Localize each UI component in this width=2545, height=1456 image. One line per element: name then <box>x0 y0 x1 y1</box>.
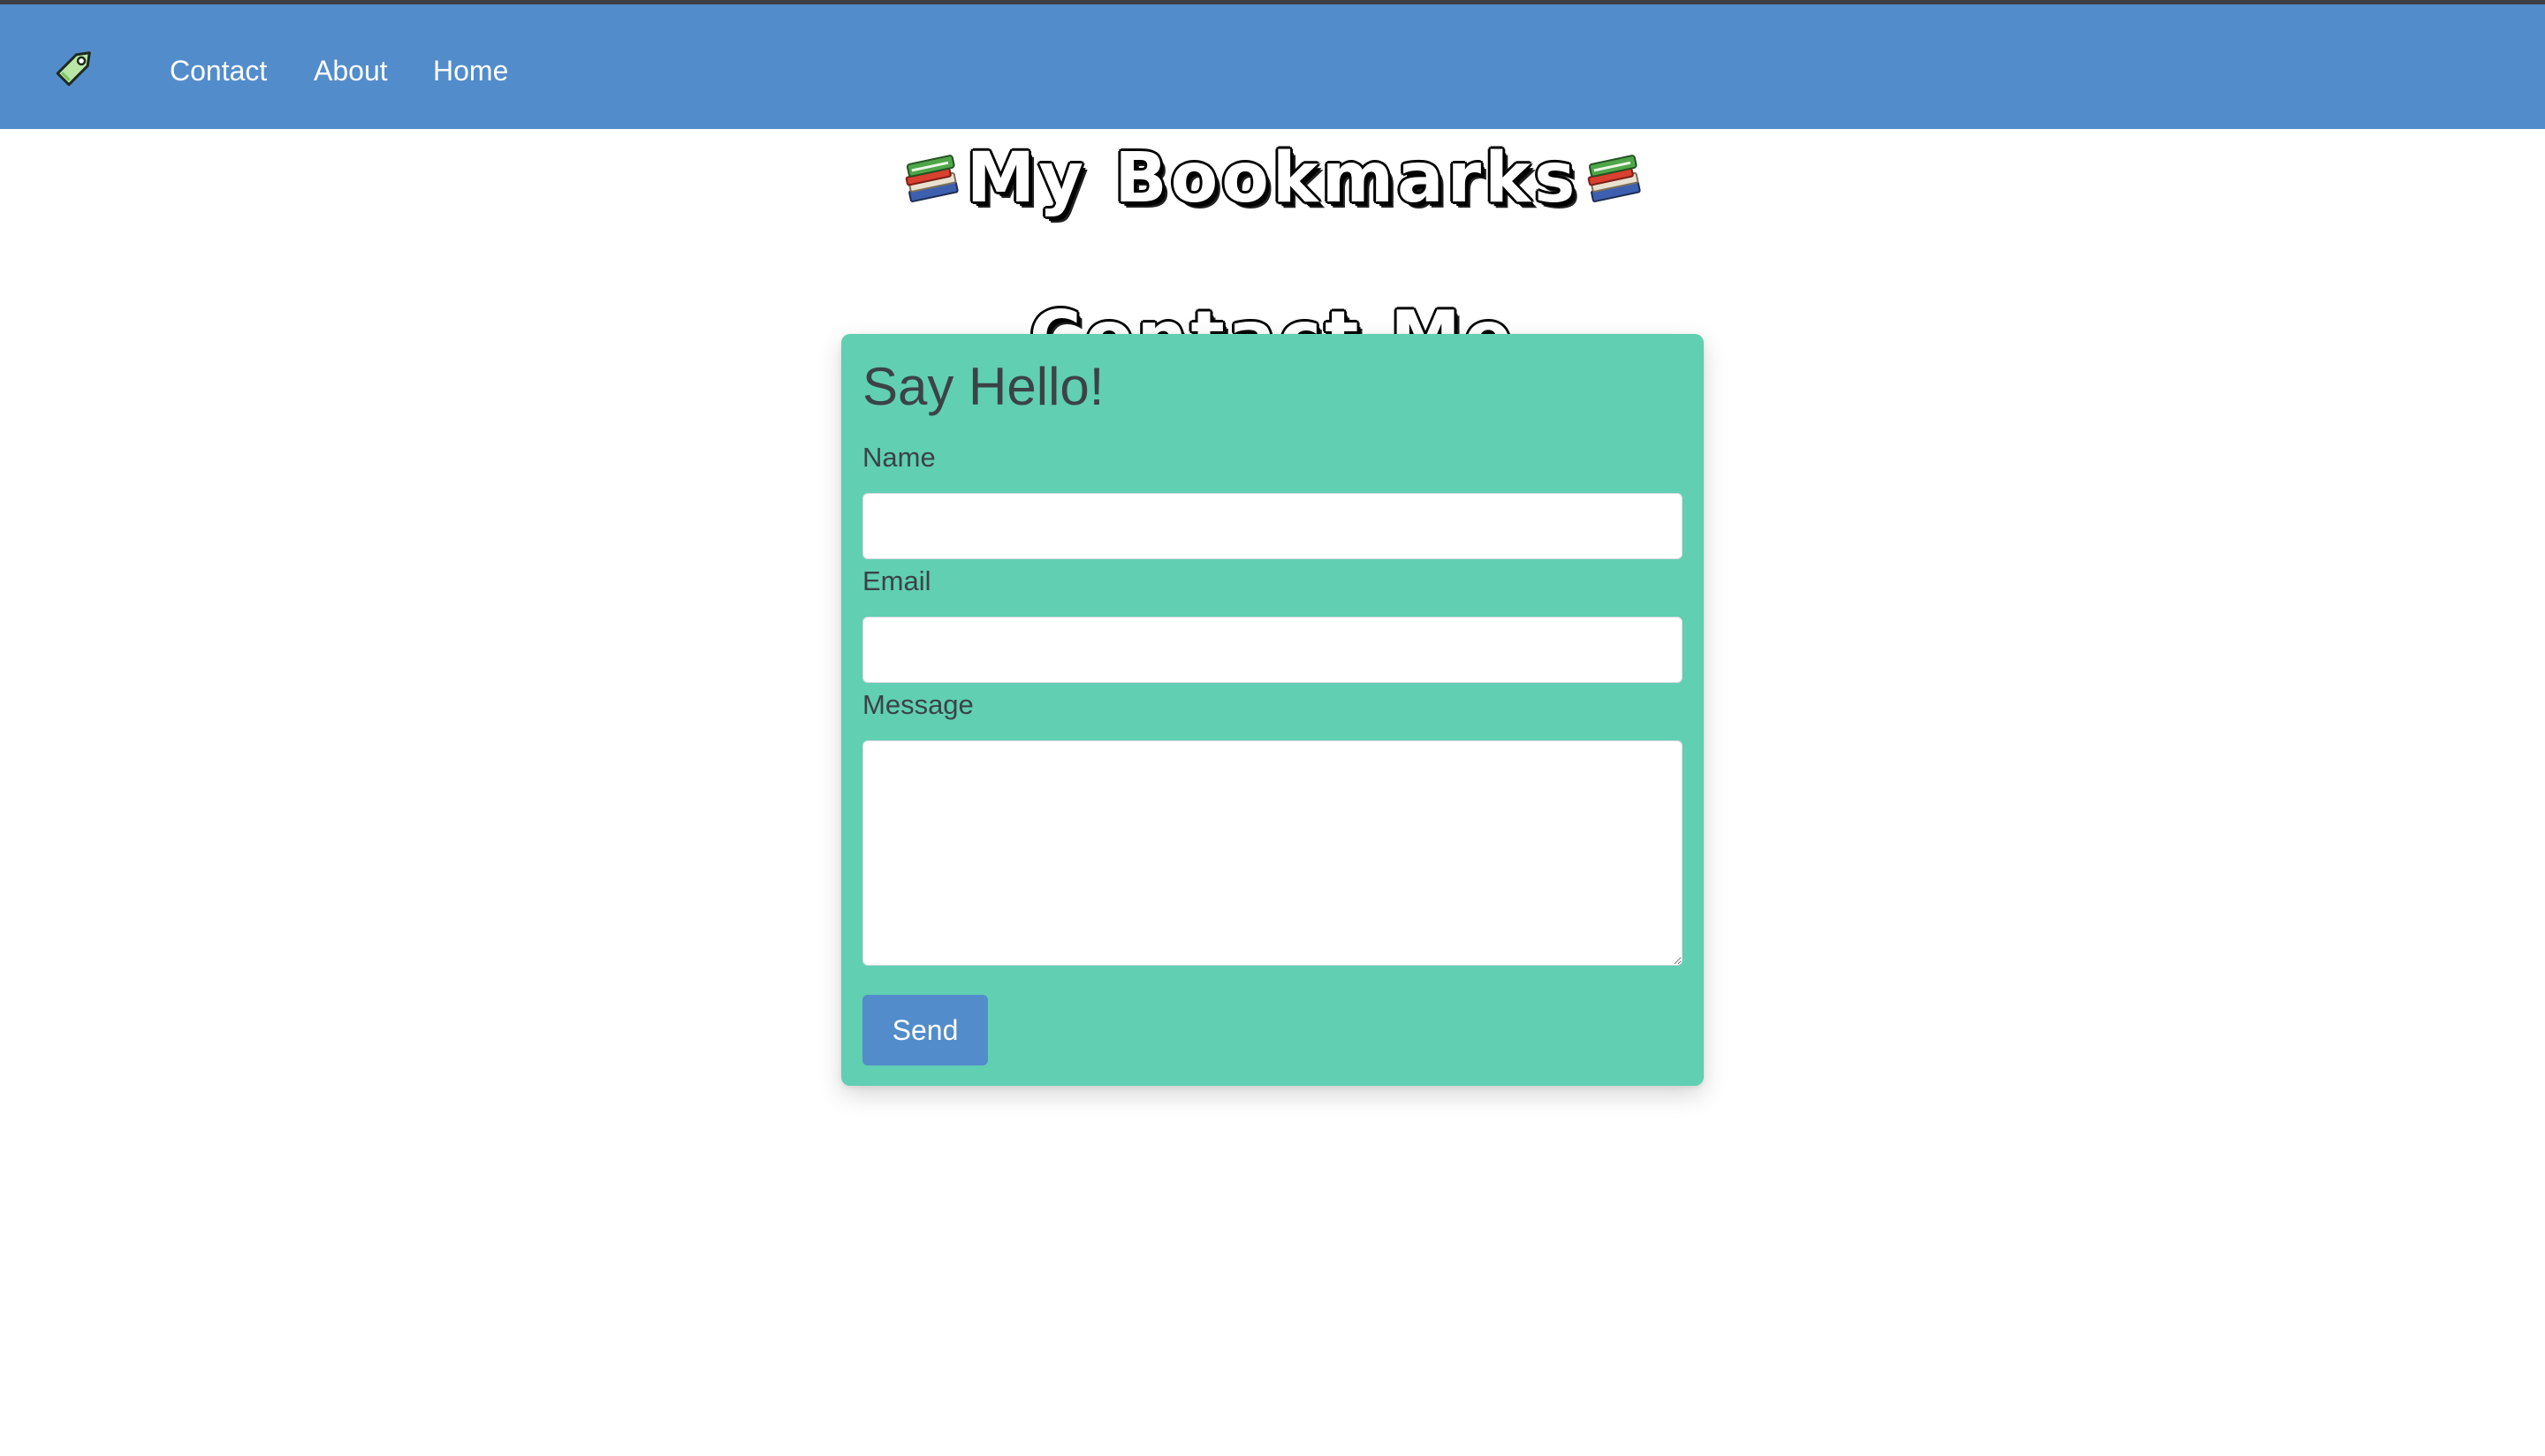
nav-link-about[interactable]: About <box>314 53 388 88</box>
nav-link-contact[interactable]: Contact <box>170 53 267 88</box>
name-label: Name <box>862 442 936 473</box>
tag-icon[interactable] <box>51 43 99 91</box>
navbar: Contact About Home <box>0 4 2545 129</box>
form-heading: Say Hello! <box>862 357 1105 416</box>
site-title: My Bookmarks <box>0 134 2545 223</box>
site-title-text: My Bookmarks <box>966 139 1579 218</box>
books-icon <box>905 154 959 202</box>
email-label: Email <box>862 565 931 596</box>
message-label: Message <box>862 689 974 720</box>
books-icon <box>1588 154 1642 202</box>
message-textarea[interactable] <box>862 740 1683 966</box>
nav-link-home[interactable]: Home <box>433 53 508 88</box>
send-button[interactable]: Send <box>862 995 988 1065</box>
email-input[interactable] <box>862 617 1683 683</box>
name-input[interactable] <box>862 493 1683 559</box>
contact-form-card: Say Hello! Name Email Message Send <box>841 334 1704 1086</box>
